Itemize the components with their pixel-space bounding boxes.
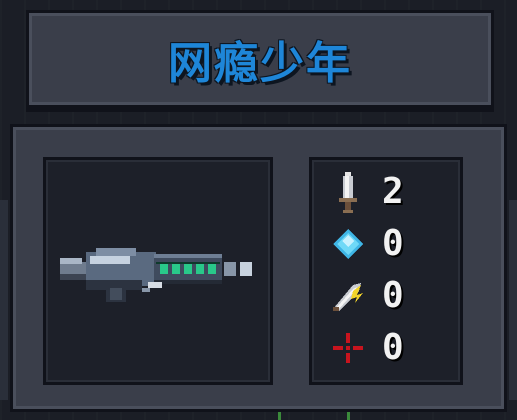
- weapon-info-panel: 2 0 0 0: [10, 124, 507, 412]
- stat-row-spread: 0: [328, 326, 404, 370]
- lightning-blade-icon: [328, 274, 368, 318]
- crosshair-icon: [328, 326, 368, 370]
- assault-rifle-icon: [56, 238, 266, 312]
- wall-right: [509, 200, 517, 400]
- weapon-slot: [43, 157, 273, 385]
- diamond-icon: [328, 222, 368, 266]
- sword-icon: [328, 170, 368, 214]
- critical-value: 0: [382, 275, 404, 316]
- stats-panel: 2 0 0 0: [309, 157, 463, 385]
- stat-row-attack: 2: [328, 170, 404, 214]
- title-panel: 网瘾少年: [26, 10, 494, 108]
- stat-row-energy: 0: [328, 222, 404, 266]
- stat-row-critical: 0: [328, 274, 404, 318]
- spread-value: 0: [382, 327, 404, 368]
- energy-value: 0: [382, 223, 404, 264]
- weapon-name-title: 网瘾少年: [168, 38, 352, 89]
- attack-value: 2: [382, 171, 404, 212]
- wall-left: [0, 200, 8, 400]
